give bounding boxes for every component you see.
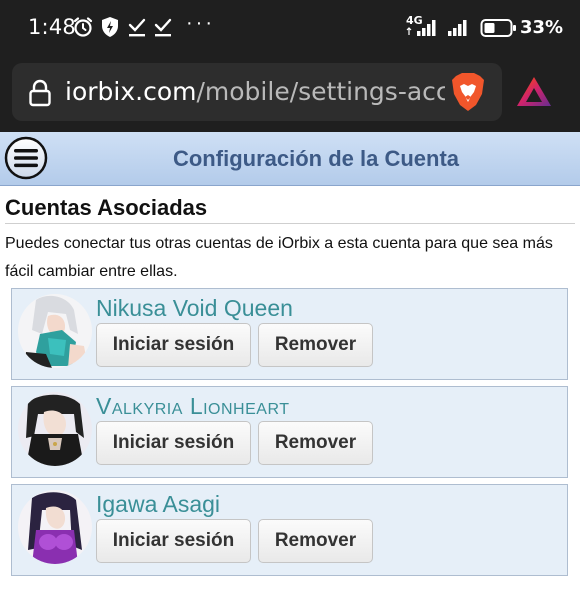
login-button[interactable]: Iniciar sesión	[96, 323, 251, 367]
status-bar: 1:48 ··· 4G 33%	[0, 0, 580, 56]
more-notifications-icon: ···	[186, 12, 215, 34]
check-icon	[154, 18, 172, 37]
remove-button[interactable]: Remover	[258, 323, 373, 367]
shield-bolt-icon	[102, 17, 118, 37]
url-text[interactable]: iorbix.com/mobile/settings-accoun	[65, 77, 445, 109]
section-description: Puedes conectar tus otras cuentas de iOr…	[5, 235, 553, 280]
brave-rewards-icon[interactable]	[515, 75, 553, 109]
remove-button[interactable]: Remover	[258, 519, 373, 563]
browser-toolbar: iorbix.com/mobile/settings-accoun	[0, 56, 580, 132]
login-button[interactable]: Iniciar sesión	[96, 421, 251, 465]
account-name: Valkyria Lionheart	[96, 393, 290, 419]
login-button[interactable]: Iniciar sesión	[96, 519, 251, 563]
avatar[interactable]	[18, 294, 92, 368]
signal-icon	[406, 20, 436, 36]
account-name: Nikusa Void Queen	[96, 295, 293, 321]
url-domain: iorbix.com	[65, 77, 197, 106]
account-name: Igawa Asagi	[96, 491, 221, 517]
brave-lion-icon[interactable]	[450, 72, 486, 112]
account-card: Nikusa Void Queen Iniciar sesión Remover	[11, 288, 568, 380]
battery-percent: 33%	[520, 17, 564, 38]
account-card: Valkyria Lionheart Iniciar sesión Remove…	[11, 386, 568, 478]
page-title: Configuración de la Cuenta	[172, 146, 460, 171]
url-path: /mobile/settings-accoun	[196, 77, 445, 106]
remove-button[interactable]: Remover	[258, 421, 373, 465]
section-heading: Cuentas Asociadas	[5, 195, 575, 224]
status-time: 1:48	[28, 15, 76, 39]
lock-icon[interactable]	[28, 79, 52, 107]
avatar[interactable]	[18, 490, 92, 564]
alarm-icon	[73, 17, 93, 37]
account-card: Igawa Asagi Iniciar sesión Remover	[11, 484, 568, 576]
address-bar[interactable]: iorbix.com/mobile/settings-accoun	[12, 63, 502, 121]
check-icon	[128, 18, 146, 37]
battery-icon	[480, 19, 516, 37]
avatar[interactable]	[18, 392, 92, 466]
signal-icon	[448, 20, 467, 36]
page-header: Configuración de la Cuenta	[0, 132, 580, 186]
